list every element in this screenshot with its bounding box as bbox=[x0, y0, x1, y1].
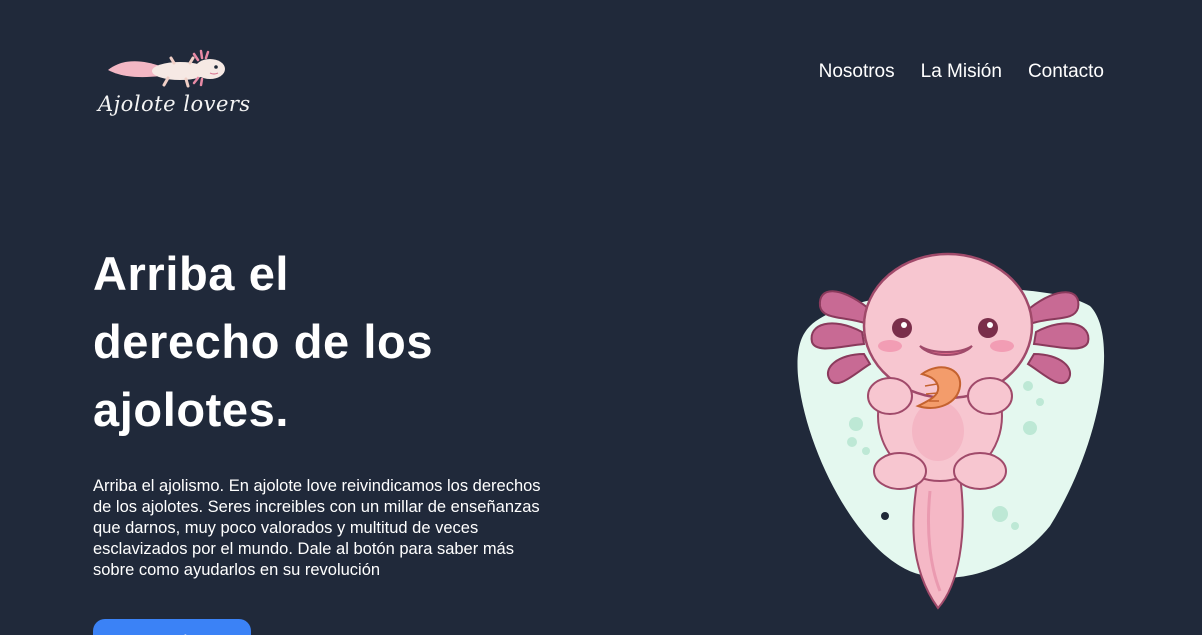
nav-link-la-mision[interactable]: La Misión bbox=[921, 61, 1002, 83]
nav-link-contacto[interactable]: Contacto bbox=[1028, 61, 1104, 83]
axolotl-logo-icon bbox=[108, 49, 225, 88]
hero-title: Arriba el derecho de los ajolotes. bbox=[93, 240, 563, 444]
logo[interactable]: Ajolote lovers bbox=[98, 48, 251, 128]
hero-description: Arriba el ajolismo. En ajolote love reiv… bbox=[93, 477, 541, 579]
help-button[interactable]: Ayuda bbox=[93, 619, 251, 635]
main-nav: Nosotros La Misión Contacto bbox=[819, 61, 1104, 83]
hero-title-line-2: derecho de los bbox=[93, 315, 434, 368]
nav-link-nosotros[interactable]: Nosotros bbox=[819, 61, 895, 83]
logo-text: Ajolote lovers bbox=[98, 92, 251, 116]
hero-title-line-3: ajolotes. bbox=[93, 383, 290, 436]
page: Ajolote lovers Nosotros La Misión Contac… bbox=[0, 0, 1202, 635]
axolotl-illustration bbox=[797, 252, 1105, 610]
hero-title-line-1: Arriba el bbox=[93, 247, 290, 300]
